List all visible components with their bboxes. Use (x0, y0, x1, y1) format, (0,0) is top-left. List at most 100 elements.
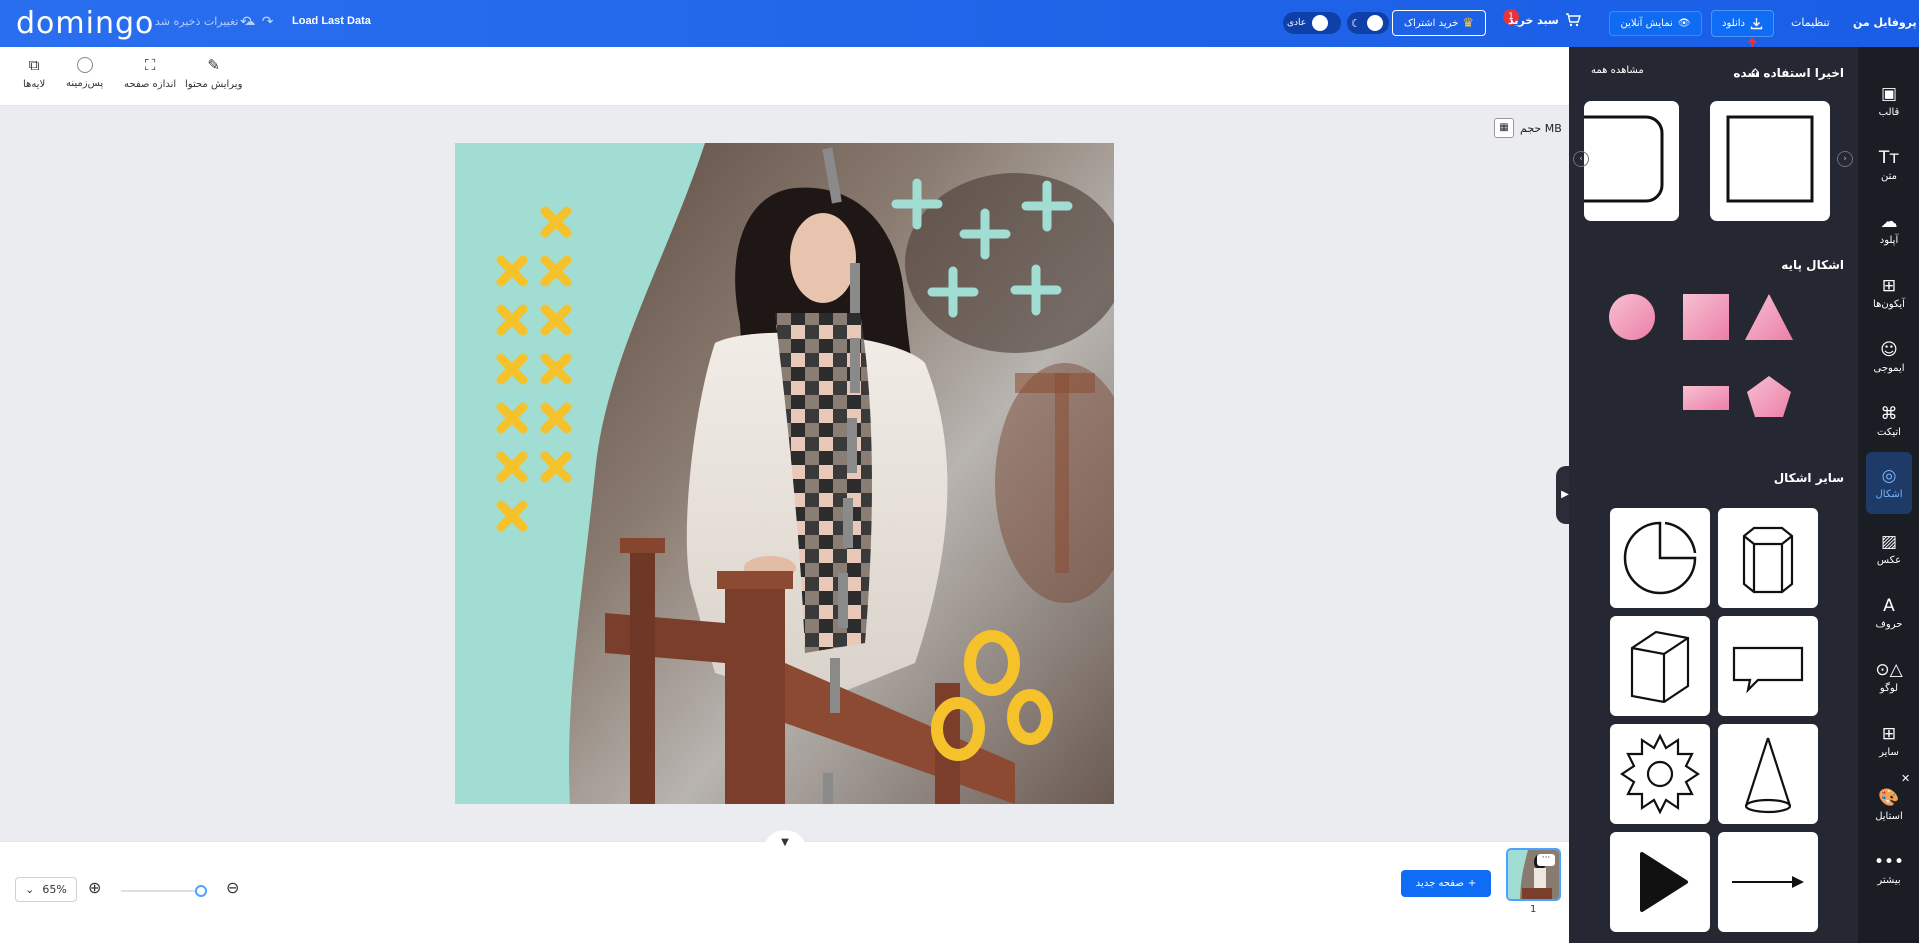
page-thumbnail[interactable]: ··· (1506, 848, 1561, 901)
buy-subscription-button[interactable]: خرید اشتراک ♛ (1392, 10, 1486, 36)
letters-icon: A (1883, 595, 1895, 616)
mode-toggle[interactable]: عادی (1283, 12, 1341, 34)
mode-toggle-knob (1312, 15, 1329, 31)
speech-bubble-card[interactable] (1718, 616, 1818, 716)
close-icon[interactable]: ✕ (1901, 772, 1910, 785)
zoom-slider-handle[interactable] (195, 885, 207, 897)
logo-icon: ⊙△ (1875, 659, 1903, 680)
rail-label: بیشتر (1877, 874, 1901, 886)
design-artboard[interactable] (455, 143, 1114, 804)
rail-item-more[interactable]: ••• بیشتر (1866, 842, 1912, 896)
style-icon: 🎨 (1878, 787, 1900, 808)
circle-shape[interactable] (1609, 294, 1655, 340)
pentagon-shape[interactable] (1747, 376, 1791, 417)
pencil-icon: ✎ (207, 56, 220, 74)
domingo-logo[interactable]: domingo (16, 6, 154, 41)
cart-icon (1565, 13, 1581, 27)
settings-link[interactable]: تنظیمات (1791, 16, 1830, 29)
moon-icon: ☾ (1351, 16, 1361, 30)
rail-item-shapes[interactable]: ◎ اشکال (1866, 452, 1912, 514)
rail-item-tag[interactable]: ⌘ اتیکت (1866, 394, 1912, 448)
tag-icon: ⌘ (1880, 403, 1898, 424)
background-color-swatch (76, 57, 93, 73)
hexagonal-prism-icon (1742, 526, 1794, 594)
square-shape[interactable] (1683, 294, 1729, 340)
scroll-right-icon[interactable]: › (1837, 151, 1853, 167)
cube-shape-card[interactable] (1610, 616, 1710, 716)
chevron-down-icon[interactable]: ▼ (763, 830, 807, 854)
zoom-select[interactable]: ⌄ 65% (15, 877, 77, 902)
rail-item-logo[interactable]: ⊙△ لوگو (1866, 650, 1912, 704)
layers-label: لایه‌ها (23, 79, 46, 90)
rail-item-emoji[interactable]: ☺ ایموجی (1866, 330, 1912, 384)
shapes-icon: ◎ (1881, 465, 1897, 486)
profile-link[interactable]: پروفایل من (1853, 16, 1917, 29)
see-all-link[interactable]: مشاهده همه (1591, 65, 1644, 76)
page-size-tool[interactable]: ⛶ اندازه صفحه (124, 57, 177, 91)
rail-item-style[interactable]: 🎨 استایل (1866, 778, 1912, 832)
rail-item-other[interactable]: ⊞ سایر (1866, 714, 1912, 768)
edit-content-label: ویرایش محتوا (185, 79, 243, 90)
undo-redo-group: ↶ ↷ (240, 14, 273, 30)
basic-shapes-title: اشکال پایه (1781, 258, 1844, 272)
rectangle-shape[interactable] (1683, 386, 1729, 410)
online-preview-button[interactable]: نمایش آنلاین 👁 (1609, 11, 1702, 36)
background-tool[interactable]: پس‌زمینه (66, 57, 103, 89)
rail-label: لوگو (1879, 682, 1899, 694)
zoom-slider[interactable] (121, 890, 205, 892)
arrow-shape-card[interactable] (1718, 832, 1818, 932)
preview-label: نمایش آنلاین (1620, 18, 1673, 29)
download-label: دانلود (1722, 18, 1745, 29)
scroll-left-icon[interactable]: ‹ (1573, 151, 1589, 167)
photo-icon: ▨ (1880, 531, 1898, 552)
rail-item-upload[interactable]: ☁ آپلود (1866, 202, 1912, 256)
cart-button[interactable]: سبد خرید (1508, 13, 1581, 27)
flower-shape-card[interactable] (1610, 724, 1710, 824)
calculator-icon[interactable]: ▦ (1494, 118, 1514, 138)
layers-tool[interactable]: ⧉ لایه‌ها (23, 56, 46, 91)
eye-icon: 👁 (1677, 18, 1691, 29)
rail-label: آپلود (1879, 234, 1899, 246)
template-icon: ▣ (1880, 83, 1898, 104)
rail-label: اشکال (1875, 488, 1903, 500)
page-size-label: اندازه صفحه (124, 79, 177, 90)
play-shape-card[interactable] (1610, 832, 1710, 932)
load-last-data-button[interactable]: Load Last Data (292, 15, 371, 27)
download-icon (1750, 18, 1763, 30)
rail-item-icons[interactable]: ⊞ آیکون‌ها (1866, 266, 1912, 320)
shapes-panel: اخیرا استفاده شده ⌂ مشاهده همه › ‹ اشکال… (1569, 47, 1858, 943)
hexagonal-prism-card[interactable] (1718, 508, 1818, 608)
thumbnail-more-icon[interactable]: ··· (1537, 854, 1555, 866)
play-icon (1640, 852, 1688, 912)
other-shapes-title: سایر اشکال (1773, 471, 1844, 485)
undo-icon[interactable]: ↶ (240, 14, 252, 30)
rail-label: عکس (1876, 554, 1902, 566)
rail-label: حروف (1875, 618, 1903, 630)
new-page-button[interactable]: صفحه جدید + (1401, 870, 1491, 897)
rail-item-photo[interactable]: ▨ عکس (1866, 522, 1912, 576)
download-button[interactable]: دانلود (1711, 10, 1774, 37)
rail-item-template[interactable]: ▣ قالب (1866, 74, 1912, 128)
basic-shapes-grid[interactable] (1609, 293, 1809, 433)
zoom-out-icon[interactable]: ⊖ (226, 878, 239, 897)
triangle-shape[interactable] (1745, 294, 1793, 340)
rail-label: سایر (1879, 746, 1899, 758)
rounded-square-outline-icon (1569, 115, 1664, 203)
zoom-in-icon[interactable]: ⊕ (88, 878, 101, 897)
layers-icon: ⧉ (28, 56, 40, 74)
pie-shape-card[interactable] (1610, 508, 1710, 608)
square-outline-icon (1726, 115, 1814, 203)
cone-shape-card[interactable] (1718, 724, 1818, 824)
rail-item-letters[interactable]: A حروف (1866, 586, 1912, 640)
redo-icon[interactable]: ↷ (262, 14, 274, 30)
file-size-label: حجم MB (1520, 121, 1562, 135)
rail-label: آیکون‌ها (1873, 298, 1905, 310)
recent-shape-square[interactable] (1710, 101, 1830, 221)
recent-shape-rounded-square[interactable] (1569, 101, 1679, 221)
new-page-label: صفحه جدید (1415, 878, 1464, 889)
icons-icon: ⊞ (1881, 275, 1897, 296)
dark-mode-toggle[interactable]: ☾ (1347, 12, 1389, 34)
edit-content-tool[interactable]: ✎ ویرایش محتوا (185, 56, 243, 91)
rail-item-text[interactable]: Tт متن (1866, 138, 1912, 192)
artboard-artwork[interactable] (455, 143, 1114, 804)
